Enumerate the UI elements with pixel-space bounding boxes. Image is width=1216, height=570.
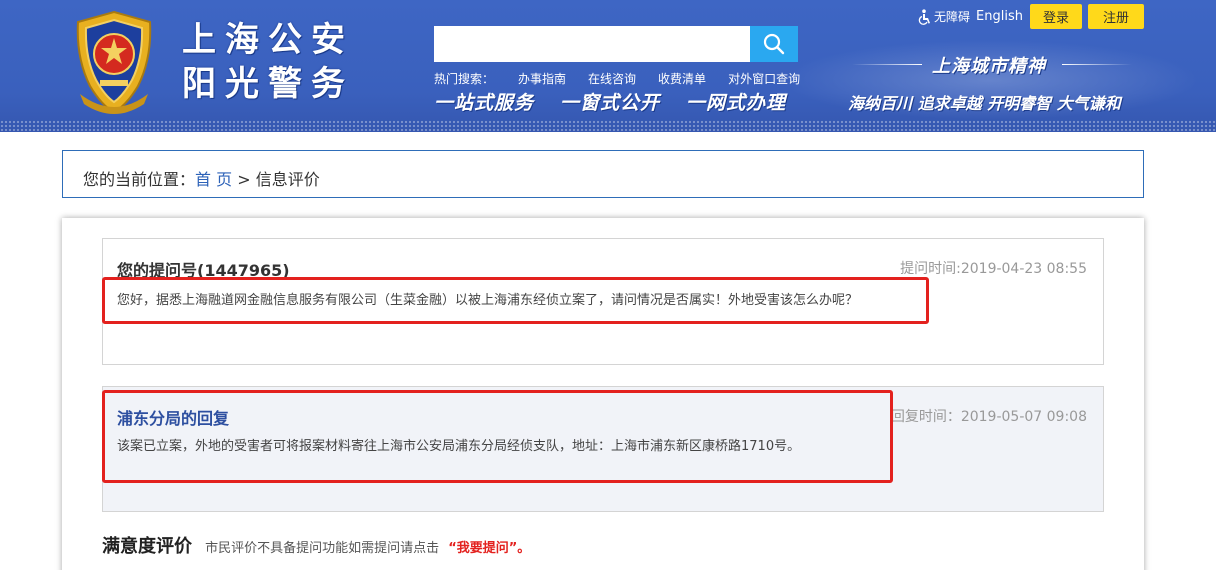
city-spirit-text: 海纳百川 追求卓越 开明睿智 大气谦和 xyxy=(848,94,1121,113)
city-spirit-title: 上海城市精神 xyxy=(932,56,1046,77)
header-dot-strip xyxy=(0,120,1216,132)
breadcrumb: 您的当前位置：首 页 > 信息评价 xyxy=(62,150,1144,198)
reply-title: 浦东分局的回复 xyxy=(117,409,230,428)
content-panel: 您的提问号(1447965) 提问时间:2019-04-23 08:55 您好，… xyxy=(62,218,1144,570)
site-title-line1: 上海公安 xyxy=(182,20,354,60)
reply-card: 浦东分局的回复 回复时间：2019-05-07 09:08 该案已立案，外地的受… xyxy=(102,386,1104,512)
search-button[interactable] xyxy=(750,26,798,62)
rating-note: 市民评价不具备提问功能如需提问请点击 xyxy=(205,541,440,556)
service-slogans: 一站式服务 一窗式公开 一网式办理 xyxy=(434,88,812,115)
police-emblem-icon[interactable] xyxy=(66,8,162,118)
hot-search-item-fees[interactable]: 收费清单 xyxy=(658,72,706,86)
slogan-one-network: 一网式办理 xyxy=(686,92,787,114)
question-title: 您的提问号(1447965) xyxy=(117,261,290,280)
breadcrumb-home-link[interactable]: 首 页 xyxy=(195,170,232,189)
reply-time: 回复时间：2019-05-07 09:08 xyxy=(890,409,1087,425)
question-body: 您好，据悉上海融道网金融信息服务有限公司（生菜金融）以被上海浦东经侦立案了，请问… xyxy=(117,293,859,308)
slogan-one-window: 一窗式公开 xyxy=(560,92,661,114)
hot-search-item-consult[interactable]: 在线咨询 xyxy=(588,72,636,86)
spirit-divider-right xyxy=(1062,64,1132,65)
search-icon xyxy=(763,33,785,55)
login-button[interactable]: 登录 xyxy=(1030,4,1082,29)
site-header: 上海公安 阳光警务 热门搜索： 办事指南 在线咨询 收费清单 对外窗口查询 一站式服务一… xyxy=(0,0,1216,132)
breadcrumb-separator: > xyxy=(237,170,251,189)
hot-search-label: 热门搜索： xyxy=(434,72,495,86)
breadcrumb-prefix: 您的当前位置： xyxy=(83,170,196,189)
accessibility-link[interactable]: 无障碍 xyxy=(934,8,970,25)
spirit-divider-left xyxy=(852,64,922,65)
breadcrumb-current: 信息评价 xyxy=(255,170,320,189)
site-title-line2: 阳光警务 xyxy=(182,64,354,104)
accessibility-icon xyxy=(918,8,930,25)
question-card: 您的提问号(1447965) 提问时间:2019-04-23 08:55 您好，… xyxy=(102,238,1104,365)
hot-search-item-guide[interactable]: 办事指南 xyxy=(518,72,566,86)
hot-search: 热门搜索： 办事指南 在线咨询 收费清单 对外窗口查询 xyxy=(434,70,822,87)
hot-search-item-window[interactable]: 对外窗口查询 xyxy=(728,72,800,86)
register-button[interactable]: 注册 xyxy=(1088,4,1144,29)
reply-body: 该案已立案，外地的受害者可将报案材料寄往上海市公安局浦东分局经侦支队，地址：上海… xyxy=(117,439,801,454)
question-time: 提问时间:2019-04-23 08:55 xyxy=(900,261,1087,277)
ask-question-link[interactable]: “我要提问”。 xyxy=(448,541,530,556)
rating-title: 满意度评价 xyxy=(102,536,192,557)
search-input[interactable] xyxy=(434,26,750,62)
english-link[interactable]: English xyxy=(976,9,1023,24)
satisfaction-rating: 满意度评价 市民评价不具备提问功能如需提问请点击 “我要提问”。 xyxy=(102,532,530,558)
top-links: 无障碍 English xyxy=(918,8,1023,25)
site-title: 上海公安 阳光警务 xyxy=(182,18,372,106)
slogan-one-stop: 一站式服务 xyxy=(434,92,535,114)
